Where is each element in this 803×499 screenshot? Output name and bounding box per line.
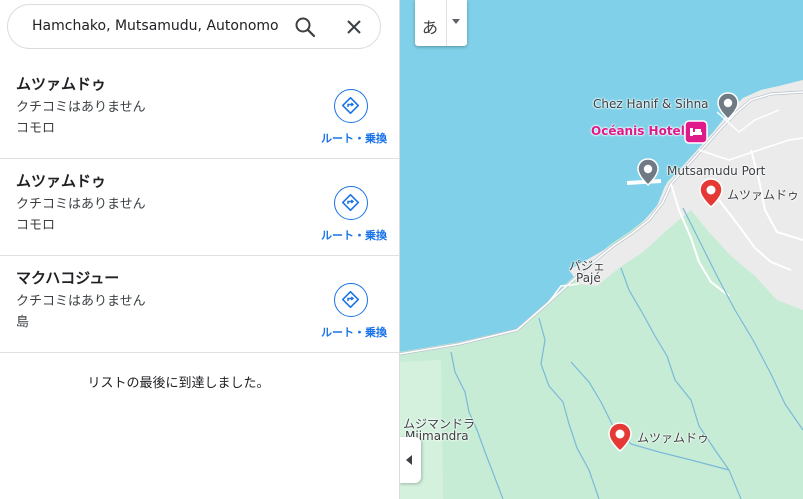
route-button[interactable]: ルート・乗換 (316, 182, 394, 246)
search-input[interactable]: Hamchako, Mutsamudu, Autonomous (32, 18, 278, 34)
search-box[interactable]: Hamchako, Mutsamudu, Autonomous (7, 4, 381, 49)
route-label: ルート・乗換 (321, 132, 387, 145)
route-label: ルート・乗換 (321, 326, 387, 339)
chevron-left-icon (406, 455, 412, 465)
route-label: ルート・乗換 (321, 229, 387, 242)
route-button[interactable]: ルート・乗換 (316, 85, 394, 149)
directions-icon (334, 89, 368, 123)
result-name[interactable]: マクハコジュー (16, 267, 119, 288)
hotel-icon[interactable] (684, 120, 708, 144)
map-canvas[interactable]: あ Chez Hanif & Sihna Océanis Hotel Mutsa… (399, 0, 803, 499)
poi-label[interactable]: Mutsamudu Port (667, 164, 765, 178)
search-icon[interactable] (294, 16, 316, 38)
language-label: あ (422, 18, 439, 37)
place-label[interactable]: ムツァムドゥ (727, 186, 799, 203)
result-category: 島 (16, 315, 30, 330)
close-icon[interactable] (344, 17, 364, 37)
chevron-down-icon[interactable] (452, 19, 460, 24)
directions-icon (334, 283, 368, 317)
poi-label[interactable]: Chez Hanif & Sihna (593, 97, 709, 111)
location-pin-icon[interactable] (699, 178, 723, 208)
results-panel: Hamchako, Mutsamudu, Autonomous ムツァムドゥ ク… (0, 0, 400, 499)
poi-pin-icon[interactable] (717, 92, 739, 120)
result-name[interactable]: ムツァムドゥ (16, 170, 106, 191)
result-item[interactable]: ムツァムドゥ クチコミはありません コモロ ルート・乗換 (0, 160, 399, 256)
result-item[interactable]: ムツァムドゥ クチコミはありません コモロ ルート・乗換 (0, 63, 399, 159)
location-pin-icon[interactable] (608, 422, 632, 452)
place-label[interactable]: ムツァムドゥ (637, 429, 709, 446)
language-button[interactable]: あ (415, 0, 467, 46)
town-label: Pajé (576, 271, 601, 285)
result-reviews: クチコミはありません (16, 197, 146, 212)
route-button[interactable]: ルート・乗換 (316, 279, 394, 343)
divider (446, 0, 447, 46)
result-item[interactable]: マクハコジュー クチコミはありません 島 ルート・乗換 (0, 257, 399, 353)
end-of-list-message: リストの最後に到達しました。 (87, 376, 270, 391)
result-name[interactable]: ムツァムドゥ (16, 73, 106, 94)
directions-icon (334, 186, 368, 220)
collapse-panel-button[interactable] (399, 437, 421, 483)
result-reviews: クチコミはありません (16, 100, 146, 115)
result-category: コモロ (16, 218, 56, 233)
hotel-label[interactable]: Océanis Hotel (591, 124, 685, 138)
result-reviews: クチコミはありません (16, 294, 146, 309)
poi-pin-icon[interactable] (637, 158, 659, 186)
result-category: コモロ (16, 121, 56, 136)
